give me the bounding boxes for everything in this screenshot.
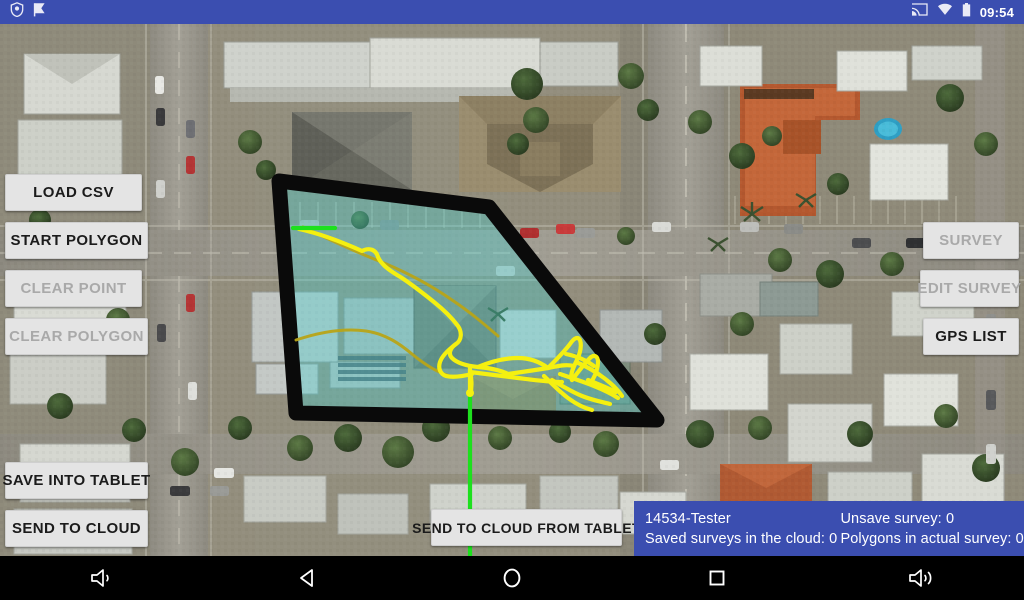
shield-notification-icon bbox=[10, 2, 24, 22]
flag-notification-icon bbox=[33, 2, 47, 22]
status-bar-clock: 09:54 bbox=[979, 4, 1014, 20]
cast-screen-icon bbox=[911, 2, 928, 22]
gps-waypoint-marker bbox=[466, 389, 474, 397]
status-bar: 09:54 bbox=[0, 0, 1024, 24]
info-column-right: Unsave survey: 0 Polygons in actual surv… bbox=[840, 509, 1024, 549]
send-to-cloud-from-tablet-button[interactable]: SEND TO CLOUD FROM TABLET bbox=[412, 509, 641, 546]
info-polygons-actual-survey-label: Polygons in actual survey: 0 bbox=[840, 530, 1024, 547]
android-navigation-bar bbox=[0, 556, 1024, 600]
info-column-left: 14534-Tester Saved surveys in the cloud:… bbox=[645, 509, 840, 549]
recents-square-icon[interactable] bbox=[672, 556, 762, 600]
load-csv-button[interactable]: LOAD CSV bbox=[5, 174, 142, 211]
map-view[interactable] bbox=[0, 24, 1024, 556]
volume-down-icon[interactable] bbox=[57, 556, 147, 600]
volume-up-icon[interactable] bbox=[877, 556, 967, 600]
send-to-cloud-button[interactable]: SEND TO CLOUD bbox=[5, 510, 148, 547]
save-into-tablet-button[interactable]: SAVE INTO TABLET bbox=[2, 462, 150, 499]
gps-survey-app: 09:54 LOAD CSV START POLYGON CLEAR POINT… bbox=[0, 0, 1024, 600]
satellite-map-imagery bbox=[0, 24, 1024, 556]
back-triangle-icon[interactable] bbox=[262, 556, 352, 600]
clear-polygon-button[interactable]: CLEAR POLYGON bbox=[5, 318, 148, 355]
edit-survey-button[interactable]: EDIT SURVEY bbox=[917, 270, 1021, 307]
home-circle-icon[interactable] bbox=[467, 556, 557, 600]
status-bar-notifications bbox=[10, 2, 47, 22]
status-bar-system-icons: 09:54 bbox=[911, 2, 1014, 22]
start-polygon-button[interactable]: START POLYGON bbox=[5, 222, 148, 259]
info-unsaved-survey-label: Unsave survey: 0 bbox=[840, 510, 955, 527]
info-user-label: 14534-Tester bbox=[645, 510, 731, 527]
info-saved-surveys-cloud-label: Saved surveys in the cloud: 0 bbox=[645, 530, 838, 547]
clear-point-button[interactable]: CLEAR POINT bbox=[5, 270, 142, 307]
gps-list-button[interactable]: GPS LIST bbox=[923, 318, 1019, 355]
battery-icon bbox=[962, 2, 971, 22]
wifi-icon bbox=[937, 3, 953, 21]
survey-info-panel: 14534-Tester Saved surveys in the cloud:… bbox=[634, 501, 1024, 556]
survey-button[interactable]: SURVEY bbox=[923, 222, 1019, 259]
